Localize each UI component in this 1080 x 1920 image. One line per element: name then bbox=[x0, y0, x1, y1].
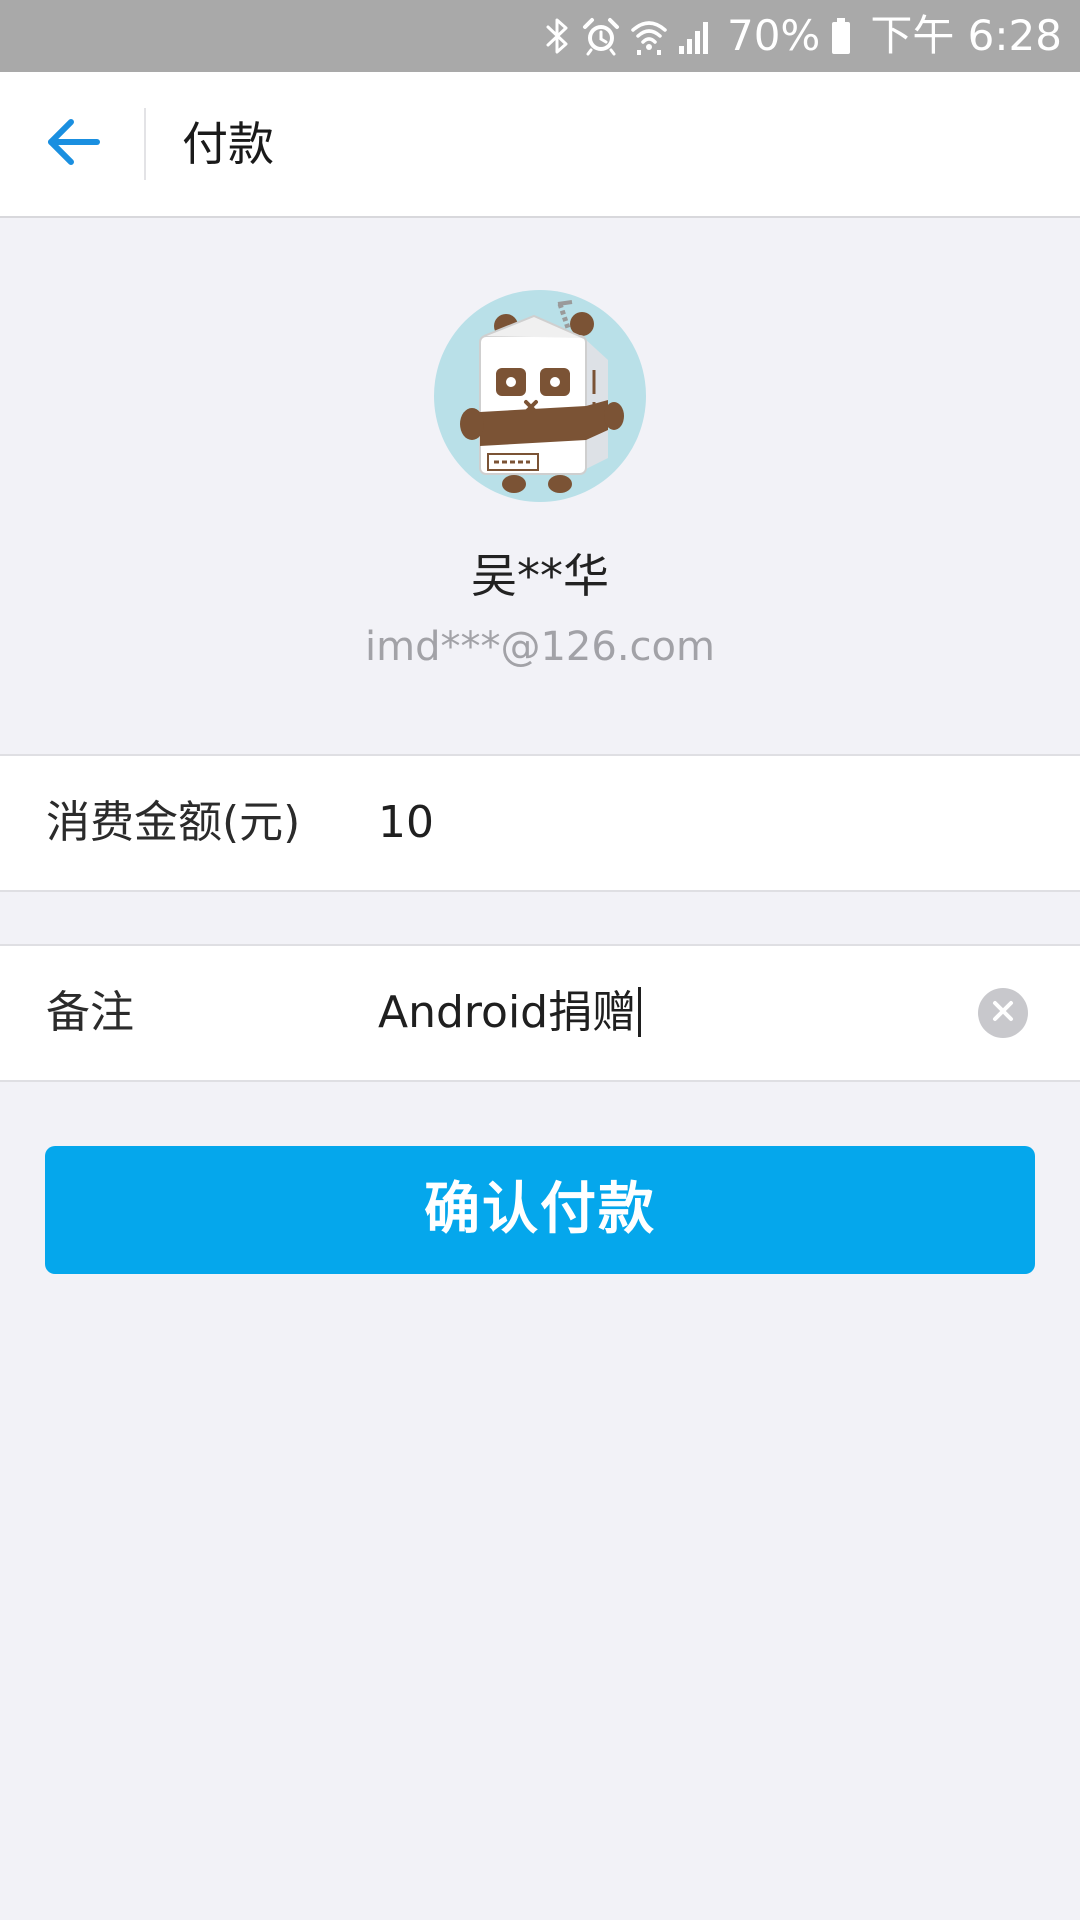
amount-row: 消费金额(元) 10 bbox=[0, 754, 1080, 892]
back-arrow-icon bbox=[45, 117, 101, 171]
battery-percent: 70% bbox=[726, 11, 821, 60]
amount-value: 10 bbox=[378, 797, 434, 848]
app-bar: 付款 bbox=[0, 72, 1080, 218]
text-cursor bbox=[638, 987, 642, 1037]
back-button[interactable] bbox=[28, 102, 118, 186]
bluetooth-icon bbox=[545, 16, 571, 56]
battery-icon bbox=[830, 16, 852, 56]
status-bar: 70% 下午 6:28 bbox=[0, 0, 1080, 72]
payee-name: 吴**华 bbox=[471, 549, 609, 603]
app-bar-divider bbox=[144, 108, 146, 180]
note-row: 备注 Android捐赠 bbox=[0, 944, 1080, 1082]
avatar bbox=[434, 290, 646, 502]
note-value: Android捐赠 bbox=[378, 987, 637, 1038]
payee-email: imd***@126.com bbox=[365, 624, 715, 670]
note-label: 备注 bbox=[46, 987, 134, 1038]
wifi-icon bbox=[631, 16, 667, 56]
alarm-icon bbox=[581, 16, 621, 56]
confirm-payment-button[interactable]: 确认付款 bbox=[45, 1146, 1035, 1274]
note-input[interactable]: Android捐赠 bbox=[378, 946, 642, 1080]
amount-input[interactable]: 10 bbox=[378, 756, 434, 890]
status-icons: 70% 下午 6:28 bbox=[545, 0, 1062, 72]
page-title: 付款 bbox=[182, 117, 274, 171]
signal-icon bbox=[677, 16, 715, 56]
clear-note-button[interactable] bbox=[978, 988, 1028, 1038]
payee-profile: 吴**华 imd***@126.com bbox=[0, 218, 1080, 754]
amount-label: 消费金额(元) bbox=[46, 797, 301, 848]
clear-icon bbox=[990, 998, 1016, 1028]
clock-time: 下午 6:28 bbox=[870, 11, 1062, 60]
